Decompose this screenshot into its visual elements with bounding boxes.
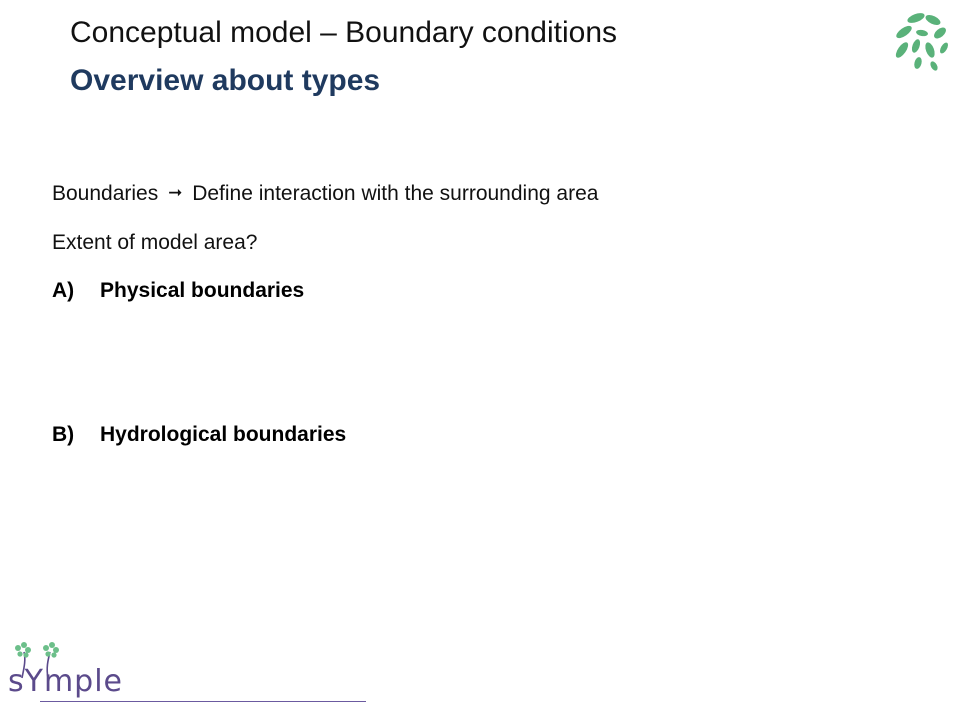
list-label: Physical boundaries — [100, 279, 305, 302]
footer-divider — [40, 701, 366, 702]
list-item-physical: A) Physical boundaries — [52, 277, 304, 305]
slide: Conceptual model – Boundary conditions O… — [0, 0, 960, 720]
list-label: Hydrological boundaries — [100, 423, 347, 446]
list-marker: B) — [52, 423, 75, 446]
list-item-hydrological: B) Hydrological boundaries — [52, 421, 346, 449]
arrow-right-icon: ➞ — [168, 183, 183, 202]
boundaries-line: Boundaries ➞ Define interaction with the… — [52, 180, 598, 209]
list-marker: A) — [52, 279, 75, 302]
leaf-cluster-icon — [895, 13, 948, 71]
extent-question: Extent of model area? — [52, 231, 258, 254]
symple-logo-text: sYmple — [8, 664, 124, 699]
slide-subtitle: Overview about types — [70, 64, 381, 97]
boundaries-definition: Define interaction with the surrounding … — [192, 182, 599, 205]
boundaries-label: Boundaries — [52, 182, 159, 205]
slide-title: Conceptual model – Boundary conditions — [70, 16, 618, 49]
